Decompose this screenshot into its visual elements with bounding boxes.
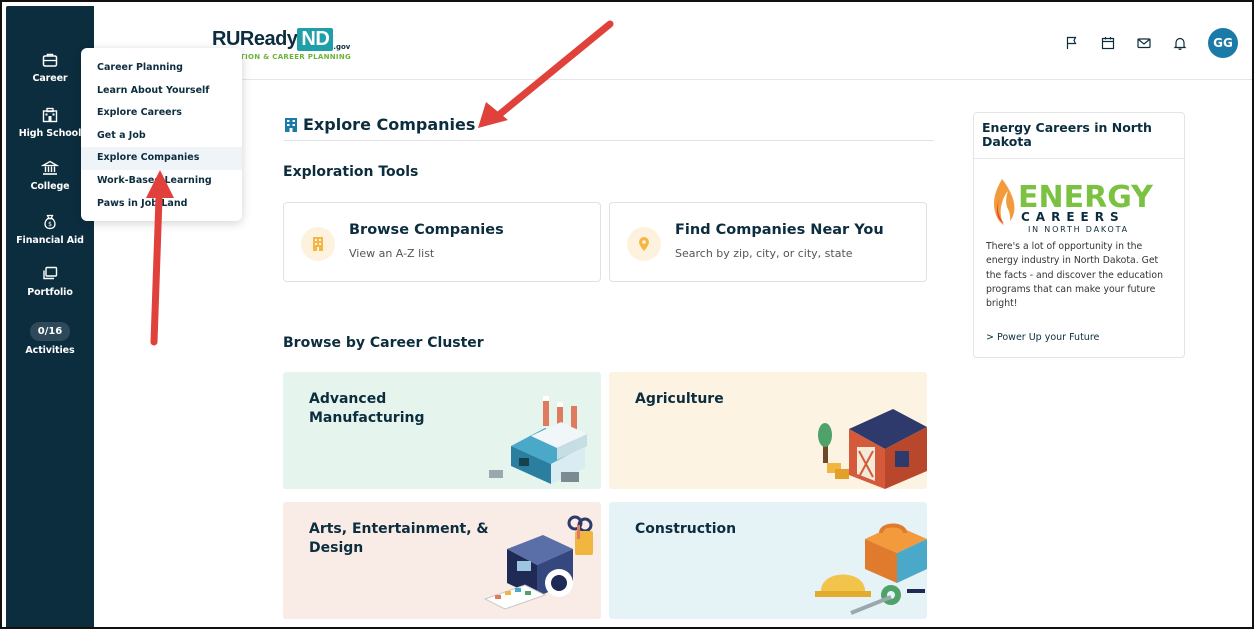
nav-item-portfolio[interactable]: Portfolio [6,265,94,298]
page-title: Explore Companies [284,115,475,134]
portfolio-icon [43,266,58,280]
cluster-agriculture[interactable]: Agriculture [609,372,927,489]
flag-icon[interactable] [1064,35,1080,51]
energy-careers-logo[interactable]: ENERGY CAREERS IN NORTH DAKOTA [988,175,1168,235]
title-divider [284,140,934,141]
career-dropdown-menu: Career Planning Learn About Yourself Exp… [81,48,242,221]
promo-body: There's a lot of opportunity in the ener… [986,241,1163,310]
tool-subtitle: Search by zip, city, or city, state [675,247,853,260]
dropdown-item-work-based-learning[interactable]: Work-Based Learning [81,170,242,193]
logo-nd-badge: ND [297,28,334,51]
dropdown-item-career-planning[interactable]: Career Planning [81,57,242,80]
briefcase-icon [42,53,58,67]
mail-icon[interactable] [1136,35,1152,51]
cluster-label: Advanced Manufacturing [309,391,425,426]
factory-illustration [489,396,587,484]
power-up-link[interactable]: > Power Up your Future [986,332,1099,343]
promo-divider [974,158,1184,159]
college-icon [41,160,59,175]
map-pin-icon [639,237,649,251]
nav-label: Financial Aid [16,235,84,246]
user-avatar[interactable]: GG [1208,28,1238,58]
tools-heading: Exploration Tools [283,164,419,180]
logo-state-line: IN NORTH DAKOTA [1028,225,1129,234]
cluster-arts-entertainment-design[interactable]: Arts, Entertainment, & Design [283,502,601,619]
svg-text:$: $ [48,221,52,228]
tool-title: Find Companies Near You [675,222,884,238]
find-companies-near-you-card[interactable]: Find Companies Near You Search by zip, c… [609,202,927,282]
top-header: RUReady ND .gov TION & CAREER PLANNING GG [94,6,1252,80]
tool-title: Browse Companies [349,222,504,238]
nav-label: Portfolio [27,287,73,298]
cluster-heading: Browse by Career Cluster [283,335,484,351]
activities-count-badge: 0/16 [29,322,71,341]
bell-icon[interactable] [1172,35,1188,51]
page-title-text: Explore Companies [303,115,476,134]
building-icon [313,237,323,251]
cluster-label: Arts, Entertainment, & Design [309,521,489,556]
logo-text: RUReady [212,28,298,50]
energy-flame-logo: ENERGY CAREERS IN NORTH DAKOTA [994,179,1154,234]
dropdown-item-get-a-job[interactable]: Get a Job [81,125,242,148]
school-icon [42,107,58,123]
logo-careers-word: CAREERS [1021,210,1125,224]
header-actions: GG [1064,28,1238,58]
energy-careers-promo: Energy Careers in North Dakota ENERGY CA… [973,112,1185,358]
construction-illustration [815,523,927,615]
barn-illustration [818,409,927,489]
dropdown-item-learn-about-yourself[interactable]: Learn About Yourself [81,80,242,103]
dropdown-item-explore-companies[interactable]: Explore Companies [81,147,242,170]
browse-companies-card[interactable]: Browse Companies View an A-Z list [283,202,601,282]
app-window: Career High School College $ Financial A… [0,0,1254,629]
logo-gov: .gov [333,43,351,51]
nav-label: Activities [25,345,75,356]
dropdown-item-paws-in-job-land[interactable]: Paws in Job Land [81,193,242,216]
logo-tagline: TION & CAREER PLANNING [240,53,352,61]
cluster-label: Construction [635,521,737,537]
cluster-advanced-manufacturing[interactable]: Advanced Manufacturing [283,372,601,489]
building-icon [285,117,297,132]
arts-illustration [483,515,593,610]
tool-subtitle: View an A-Z list [349,247,435,260]
money-bag-icon: $ [44,214,56,230]
tool-icon-wrap [301,227,335,261]
tool-icon-wrap [627,227,661,261]
cluster-label: Agriculture [635,391,724,407]
nav-item-activities[interactable]: 0/16 Activities [6,319,94,356]
promo-title: Energy Careers in North Dakota [982,120,1152,149]
cluster-construction[interactable]: Construction [609,502,927,619]
calendar-icon[interactable] [1100,35,1116,51]
dropdown-item-explore-careers[interactable]: Explore Careers [81,102,242,125]
